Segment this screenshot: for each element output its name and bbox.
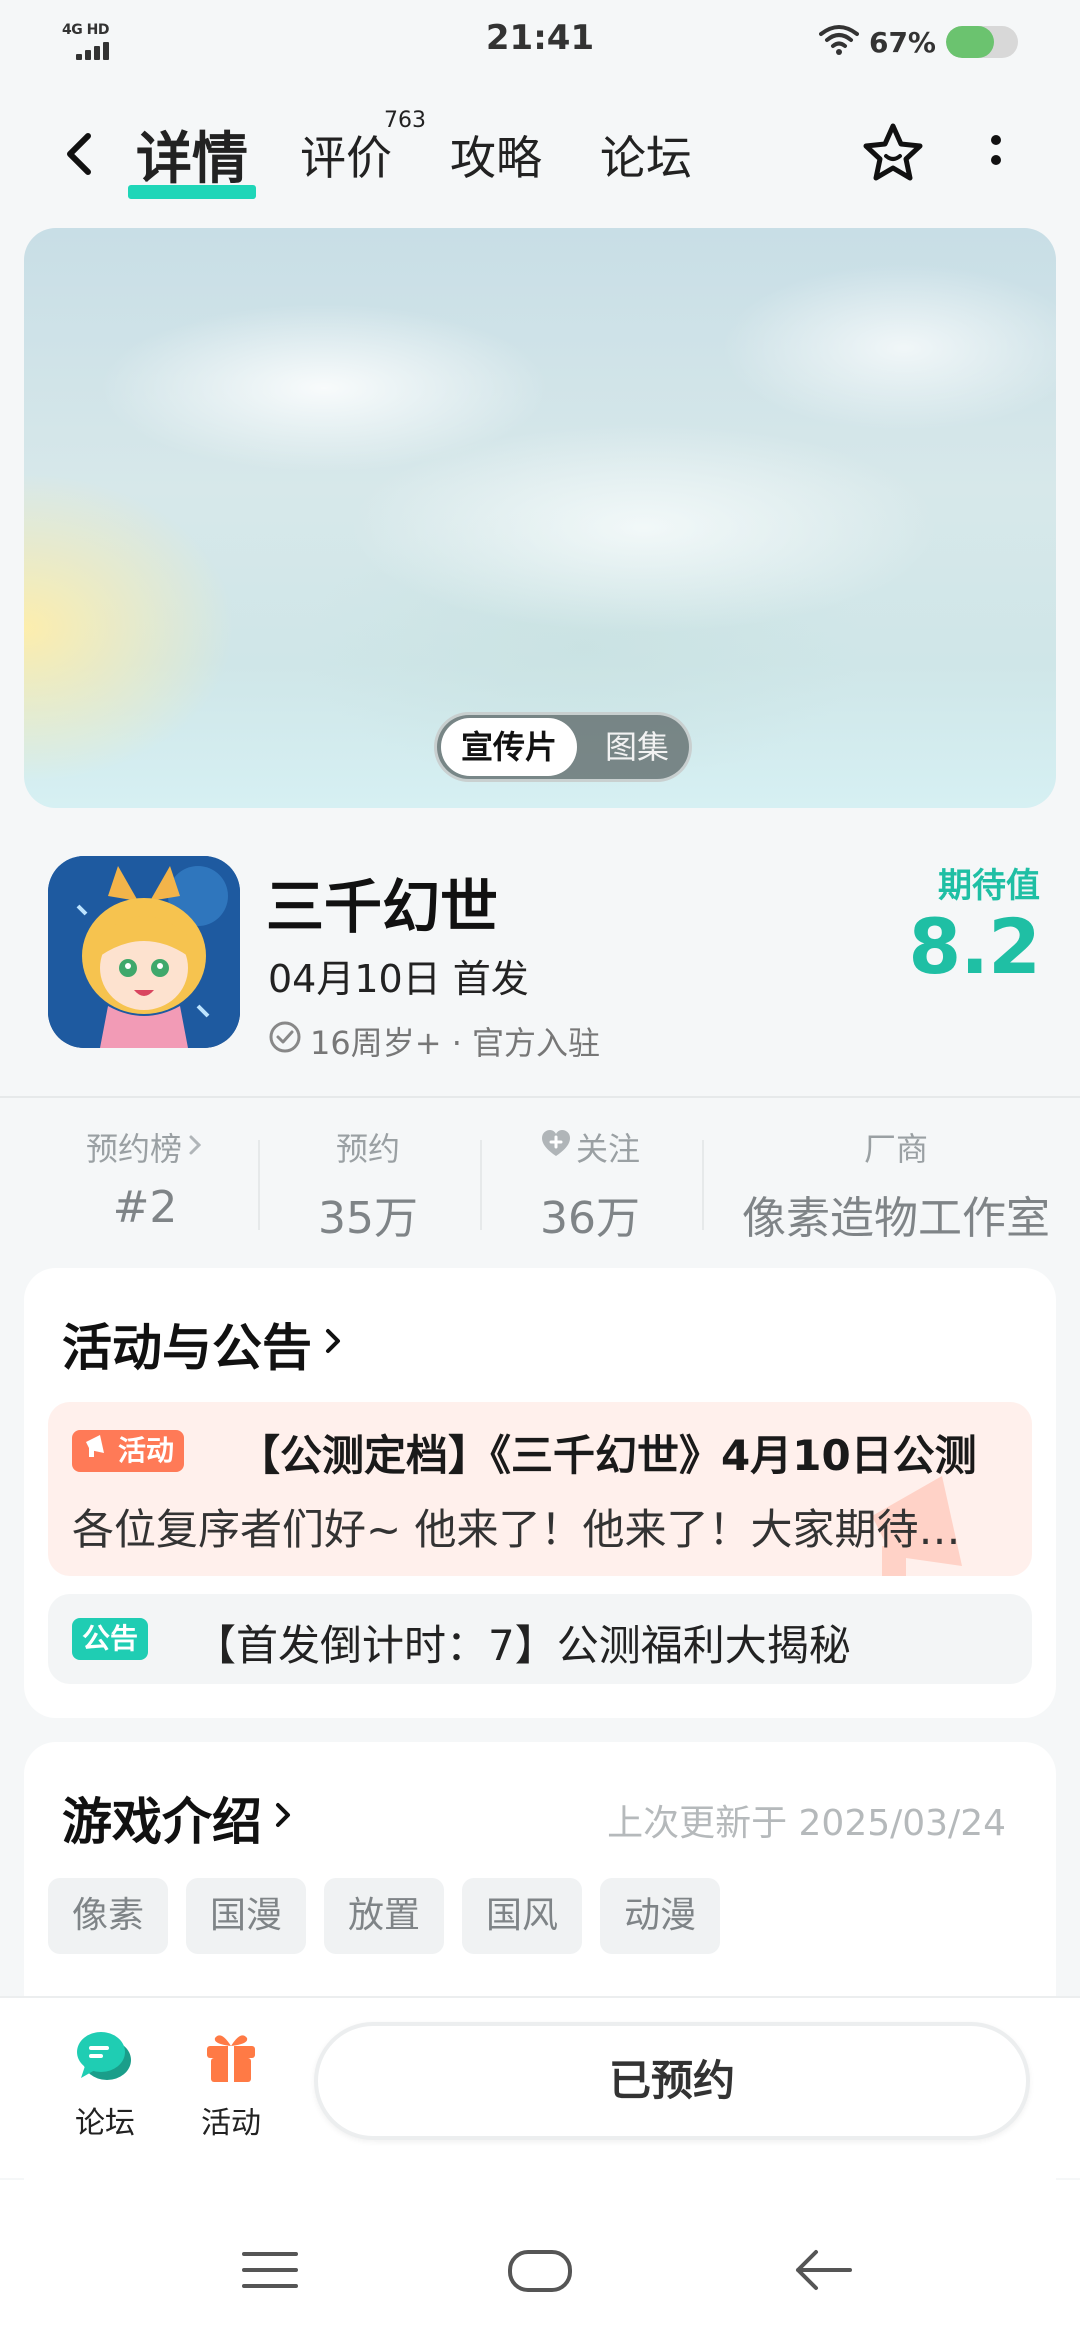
stat-developer-label: 厂商	[863, 1130, 928, 1168]
tab-review-label: 评价	[300, 131, 392, 185]
stat-separator	[258, 1140, 260, 1230]
game-meta: 16周岁+ · 官方入驻	[268, 1018, 600, 1064]
notice-tag: 公告	[72, 1618, 149, 1660]
reserved-button[interactable]: 已预约	[314, 2022, 1030, 2140]
stat-follow-value: 36万	[540, 1193, 640, 1244]
verified-icon	[268, 1020, 302, 1062]
system-nav	[0, 2180, 1080, 2340]
tab-forum-label: 论坛	[600, 131, 692, 185]
stats-row: 预约榜 #2 预约 35万 关注 36万 厂商 像素造物工作室	[0, 1110, 1080, 1250]
activities-title-label: 活动与公告	[62, 1319, 312, 1377]
chevron-right-icon	[272, 1789, 296, 1847]
top-nav: 详情 评价 763 攻略 论坛	[0, 100, 1080, 210]
updated-date: 上次更新于 2025/03/24	[607, 1803, 1006, 1844]
game-title: 三千幻世	[266, 873, 499, 941]
stat-developer-value: 像素造物工作室	[742, 1193, 1050, 1244]
stat-follow[interactable]: 关注 36万	[490, 1124, 690, 1246]
stat-rank-label: 预约榜	[85, 1130, 182, 1168]
media-toggle: 宣传片 图集	[434, 712, 692, 782]
status-bar: 4G HD 21:41 67%	[0, 0, 1080, 84]
game-icon[interactable]	[48, 856, 240, 1048]
tab-detail[interactable]: 详情	[128, 114, 256, 199]
expect-score: 8.2	[908, 902, 1041, 991]
battery-text: 67%	[868, 25, 936, 59]
back-icon[interactable]	[54, 126, 110, 182]
megaphone-icon	[82, 1430, 112, 1472]
activity-item[interactable]: 活动 【公测定档】《三千幻世》4月10日公测 各位复序者们好~ 他来了！他来了！…	[48, 1402, 1032, 1576]
chevron-right-icon	[186, 1128, 204, 1166]
stat-separator	[480, 1140, 482, 1230]
divider	[0, 1096, 1080, 1098]
stat-developer[interactable]: 厂商 像素造物工作室	[712, 1124, 1080, 1246]
chevron-right-icon	[322, 1315, 346, 1373]
activities-card: 活动与公告 活动 【公测定档】《三千幻世》4月10日公测 各位复序者们好~ 他来…	[24, 1268, 1056, 1718]
heart-plus-icon	[540, 1128, 572, 1166]
activity-tag-label: 活动	[118, 1434, 175, 1467]
activities-title[interactable]: 活动与公告	[62, 1308, 346, 1380]
activity-button[interactable]: 活动	[176, 2024, 286, 2142]
tab-forum[interactable]: 论坛	[600, 122, 692, 188]
notice-headline: 【首发倒计时：7】公测福利大揭秘	[194, 1621, 851, 1670]
more-vertical-icon[interactable]	[976, 122, 1016, 188]
wifi-icon	[818, 24, 859, 60]
home-icon[interactable]	[500, 2230, 580, 2310]
tag-chip[interactable]: 国漫	[186, 1878, 307, 1954]
tag-chip[interactable]: 像素	[48, 1878, 169, 1954]
star-icon[interactable]	[860, 120, 926, 186]
stat-reservations-label: 预约	[335, 1130, 400, 1168]
release-date: 04月10日 首发	[268, 957, 529, 1001]
review-count-badge: 763	[384, 108, 426, 133]
expect-label: 期待值	[938, 866, 1040, 906]
toggle-gallery[interactable]: 图集	[587, 715, 687, 779]
activity-tag: 活动	[72, 1430, 185, 1472]
age-rating-text: 16周岁+ · 官方入驻	[310, 1024, 601, 1062]
stat-rank[interactable]: 预约榜 #2	[40, 1124, 250, 1233]
forum-label: 论坛	[75, 2106, 135, 2141]
menu-icon[interactable]	[230, 2230, 310, 2310]
gift-icon	[199, 2024, 263, 2088]
battery-icon	[946, 26, 1018, 58]
tab-guide-label: 攻略	[450, 131, 542, 185]
notice-tag-label: 公告	[82, 1622, 139, 1655]
stat-reservations: 预约 35万	[268, 1124, 468, 1246]
stat-reservations-value: 35万	[318, 1193, 418, 1244]
stat-rank-value: #2	[112, 1182, 178, 1233]
tag-list: 像素 国漫 放置 国风 动漫	[48, 1878, 721, 1954]
tag-chip[interactable]: 国风	[462, 1878, 583, 1954]
back-arrow-icon[interactable]	[784, 2230, 864, 2310]
activity-body: 各位复序者们好~ 他来了！他来了！大家期待已久的公测	[72, 1505, 972, 1554]
stat-follow-label: 关注	[575, 1130, 640, 1168]
activity-headline: 【公测定档】《三千幻世》4月10日公测	[238, 1431, 977, 1480]
tab-review[interactable]: 评价 763	[300, 108, 426, 188]
chat-bubble-icon	[73, 2024, 137, 2088]
intro-title[interactable]: 游戏介绍	[62, 1782, 296, 1854]
tab-detail-label: 详情	[136, 127, 248, 192]
activity-label: 活动	[201, 2106, 261, 2141]
promo-video[interactable]: 宣传片 图集	[24, 228, 1056, 808]
action-bar: 论坛 活动 已预约	[0, 1996, 1080, 2178]
stat-separator	[702, 1140, 704, 1230]
toggle-video[interactable]: 宣传片	[441, 718, 577, 776]
intro-title-label: 游戏介绍	[62, 1793, 262, 1851]
tab-guide[interactable]: 攻略	[450, 122, 542, 188]
notice-item[interactable]: 公告 【首发倒计时：7】公测福利大揭秘	[48, 1594, 1032, 1684]
tag-chip[interactable]: 放置	[324, 1878, 445, 1954]
forum-button[interactable]: 论坛	[50, 2024, 160, 2142]
game-info: 三千幻世 04月10日 首发 16周岁+ · 官方入驻 期待值 8.2	[0, 830, 1080, 1090]
tag-chip[interactable]: 动漫	[600, 1878, 721, 1954]
